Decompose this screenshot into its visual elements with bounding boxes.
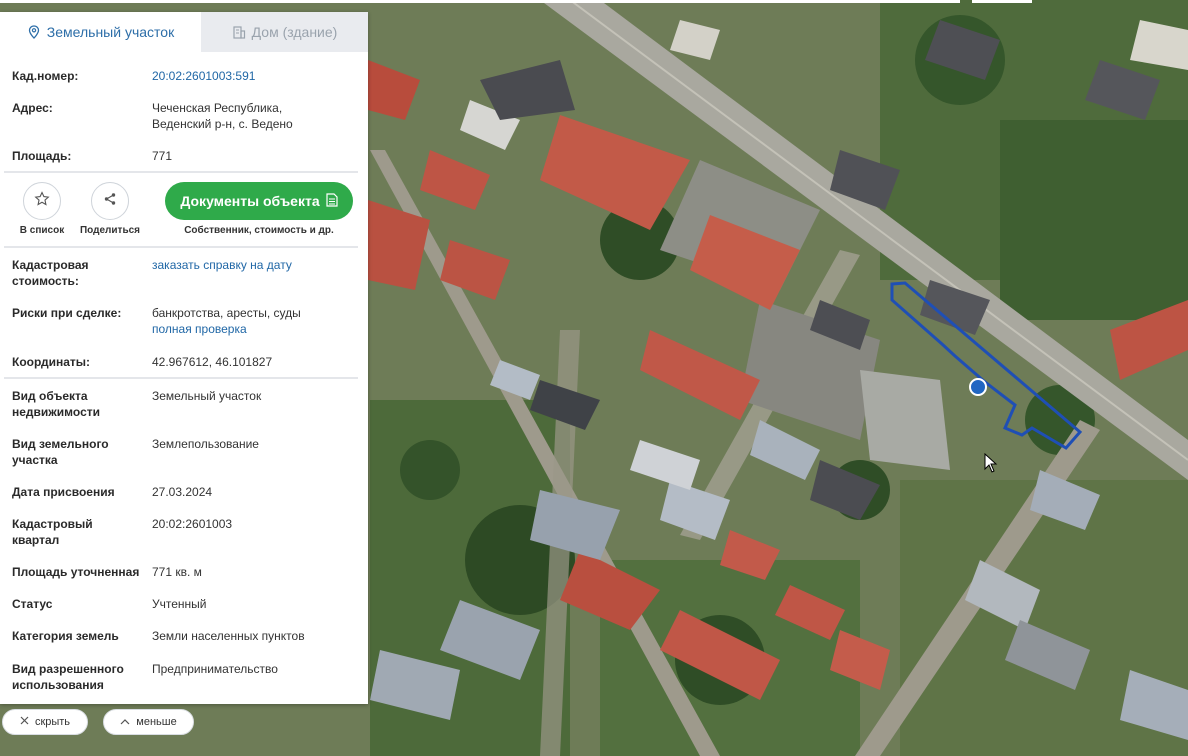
property-row: Вид объекта недвижимости Земельный участ…: [12, 388, 358, 420]
property-value: 27.03.2024: [152, 485, 213, 499]
area-label: Площадь:: [12, 149, 72, 163]
property-label: Вид разрешенного: [12, 662, 124, 676]
search-bar-edge: [0, 0, 960, 3]
property-value: 20:02:2601003: [152, 517, 233, 531]
address-label: Адрес:: [12, 101, 53, 115]
hide-panel-button[interactable]: скрыть: [2, 709, 88, 735]
area-row: Площадь: 771: [12, 148, 358, 164]
top-control-edge: [972, 0, 1032, 3]
coords-row: Координаты: 42.967612, 46.101827: [12, 354, 358, 370]
property-row: Категория земель Земли населенных пункто…: [12, 628, 358, 644]
risks-label: Риски при сделке:: [12, 306, 122, 320]
cad-cost-row: Кадастровая стоимость: заказать справку …: [12, 257, 358, 289]
share-button[interactable]: [91, 182, 129, 220]
divider: [4, 246, 358, 248]
property-label: квартал: [12, 533, 60, 547]
property-value: 771 кв. м: [152, 565, 202, 579]
property-row: Площадь уточненная 771 кв. м: [12, 564, 358, 580]
property-label: Кадастровый: [12, 517, 93, 531]
risks-row: Риски при сделке: банкротства, аресты, с…: [12, 305, 358, 337]
property-value: Предпринимательство: [152, 662, 278, 676]
property-label: Статус: [12, 597, 53, 611]
tab-building-label: Дом (здание): [251, 24, 338, 40]
document-icon: [326, 192, 338, 210]
cad-cost-label-1: Кадастровая: [12, 258, 89, 272]
docs-caption: Собственник, стоимость и др.: [184, 225, 334, 236]
share-icon: [103, 192, 117, 211]
add-to-list-caption: В список: [19, 225, 65, 236]
property-label: участка: [12, 453, 58, 467]
tab-building[interactable]: Дом (здание): [201, 12, 368, 52]
docs-button-label: Документы объекта: [180, 193, 320, 209]
property-row: Статус Учтенный: [12, 596, 358, 612]
divider: [4, 171, 358, 173]
property-value: Землепользование: [152, 437, 259, 451]
divider: [4, 377, 358, 379]
property-value: Земельный участок: [152, 389, 262, 403]
add-to-list-button[interactable]: [23, 182, 61, 220]
address-line-1: Чеченская Республика,: [152, 101, 283, 115]
cad-number-value[interactable]: 20:02:2601003:591: [152, 68, 358, 84]
cad-number-row: Кад.номер: 20:02:2601003:591: [12, 68, 358, 84]
property-label: недвижимости: [12, 405, 100, 419]
tab-land-plot[interactable]: Земельный участок: [0, 12, 201, 52]
parcel-marker[interactable]: [969, 378, 987, 396]
full-check-link[interactable]: полная проверка: [152, 321, 358, 337]
risks-value: банкротства, аресты, суды: [152, 306, 301, 320]
property-label: Категория земель: [12, 629, 119, 643]
object-info-panel: Земельный участок Дом (здание) Кад.номер…: [0, 12, 368, 704]
property-row: Вид разрешенного использования Предприни…: [12, 661, 358, 693]
coords-label: Координаты:: [12, 355, 91, 369]
hide-label: скрыть: [34, 716, 71, 728]
property-label: Площадь уточненная: [12, 565, 140, 579]
star-icon: [34, 190, 50, 212]
area-value: 771: [152, 149, 173, 163]
tab-land-plot-label: Земельный участок: [46, 24, 175, 40]
property-label: Вид земельного: [12, 437, 109, 451]
address-line-2: Веденский р-н, с. Ведено: [152, 117, 293, 131]
share-caption: Поделиться: [79, 225, 140, 236]
less-label: меньше: [136, 716, 177, 728]
property-value: Земли населенных пунктов: [152, 629, 305, 643]
cad-cost-label-2: стоимость:: [12, 274, 79, 288]
close-icon: [20, 716, 29, 728]
property-label: использования: [12, 678, 104, 692]
property-label: Вид объекта: [12, 389, 88, 403]
order-certificate-link[interactable]: заказать справку на дату: [152, 257, 358, 273]
property-row: Вид земельного участка Землепользование: [12, 436, 358, 468]
address-row: Адрес: Чеченская Республика, Веденский р…: [12, 100, 358, 132]
location-pin-icon: [27, 25, 41, 39]
building-icon: [232, 25, 246, 39]
cad-number-label: Кад.номер:: [12, 69, 79, 83]
property-value: Учтенный: [152, 597, 207, 611]
property-row: Кадастровый квартал 20:02:2601003: [12, 516, 358, 548]
collapse-panel-button[interactable]: меньше: [103, 709, 194, 735]
property-row: Дата присвоения 27.03.2024: [12, 484, 358, 500]
property-label: Дата присвоения: [12, 485, 115, 499]
object-documents-button[interactable]: Документы объекта: [165, 182, 353, 220]
coords-value: 42.967612, 46.101827: [152, 355, 273, 369]
chevron-up-icon: [120, 716, 130, 728]
panel-tabs: Земельный участок Дом (здание): [0, 12, 368, 52]
